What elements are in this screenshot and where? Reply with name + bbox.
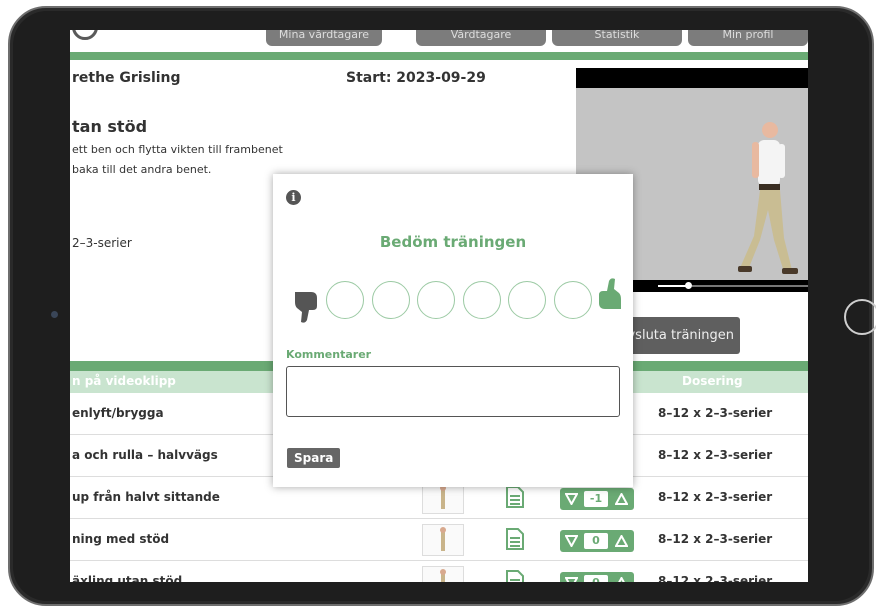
document-icon[interactable] xyxy=(506,570,524,582)
home-button[interactable] xyxy=(844,299,876,335)
column-header-dose: Dosering xyxy=(682,374,743,388)
patient-name: rethe Grisling xyxy=(72,70,181,86)
dose-value: 0 xyxy=(584,533,608,549)
table-row: ning med stöd 0 8–12 x 2–3-serier xyxy=(70,519,808,561)
document-icon[interactable] xyxy=(506,528,524,550)
header-divider xyxy=(70,52,808,60)
column-header-name: n på videoklipp xyxy=(72,374,176,388)
nav-button-min-profil[interactable]: Min profil xyxy=(688,30,808,46)
document-icon[interactable] xyxy=(506,486,524,508)
exercise-description-line: baka till det andra benet. xyxy=(72,163,212,176)
increment-icon[interactable] xyxy=(615,577,628,582)
dose-text: 8–12 x 2–3-serier xyxy=(658,532,773,546)
logo xyxy=(72,30,98,40)
exercise-dose: 2–3-serier xyxy=(72,236,132,250)
dose-text: 8–12 x 2–3-serier xyxy=(658,406,773,420)
dose-text: 8–12 x 2–3-serier xyxy=(658,574,773,582)
walking-person-image xyxy=(738,122,798,274)
exercise-description: ett ben och flytta vikten till frambenet… xyxy=(72,140,283,180)
video-top-bar xyxy=(576,68,808,88)
rating-option[interactable] xyxy=(326,281,364,319)
table-row: äxling utan stöd 0 8–12 x 2–3-serier xyxy=(70,561,808,582)
dose-stepper: 0 xyxy=(560,572,634,582)
rating-option[interactable] xyxy=(553,281,592,319)
exercise-name[interactable]: enlyft/brygga xyxy=(72,406,164,420)
dose-text: 8–12 x 2–3-serier xyxy=(658,448,773,462)
rating-option[interactable] xyxy=(417,281,455,319)
decrement-icon[interactable] xyxy=(565,577,578,582)
increment-icon[interactable] xyxy=(615,535,628,547)
finish-training-button[interactable]: vsluta träningen xyxy=(620,317,740,354)
save-button[interactable]: Spara xyxy=(287,448,341,468)
exercise-name[interactable]: äxling utan stöd xyxy=(72,574,182,582)
video-thumbnail[interactable] xyxy=(422,524,464,556)
top-nav: Mina vårdtagare Vårdtagare Statistik Min… xyxy=(70,30,808,46)
modal-title: Bedöm träningen xyxy=(379,233,527,251)
thumbs-up-icon[interactable] xyxy=(593,277,623,311)
rating-modal: i Bedöm träningen Kommentarer Spara xyxy=(273,174,633,487)
exercise-name[interactable]: ning med stöd xyxy=(72,532,169,546)
nav-button-vardtagare[interactable]: Vårdtagare xyxy=(416,30,546,46)
video-progress-track[interactable] xyxy=(692,285,808,287)
info-icon[interactable]: i xyxy=(286,190,301,205)
dose-value: 0 xyxy=(584,575,608,582)
rating-option[interactable] xyxy=(508,281,546,319)
video-thumbnail[interactable] xyxy=(422,566,464,582)
rating-option[interactable] xyxy=(371,281,410,319)
comment-label: Kommentarer xyxy=(286,348,372,361)
exercise-name[interactable]: up från halvt sittande xyxy=(72,490,220,504)
nav-button-mina-vardtagare[interactable]: Mina vårdtagare xyxy=(266,30,382,46)
rating-option[interactable] xyxy=(462,281,501,319)
dose-stepper: 0 xyxy=(560,530,634,552)
video-scrubber[interactable] xyxy=(685,282,692,289)
thumbs-down-icon[interactable] xyxy=(293,290,323,324)
decrement-icon[interactable] xyxy=(565,535,578,547)
exercise-title: tan stöd xyxy=(72,117,148,136)
dose-stepper: -1 xyxy=(560,488,634,510)
decrement-icon[interactable] xyxy=(565,493,578,505)
exercise-name[interactable]: a och rulla – halvvägs xyxy=(72,448,218,462)
dose-value: -1 xyxy=(584,491,608,507)
video-progress-played xyxy=(658,285,688,287)
dose-text: 8–12 x 2–3-serier xyxy=(658,490,773,504)
increment-icon[interactable] xyxy=(615,493,628,505)
camera-dot xyxy=(51,311,58,318)
start-date: Start: 2023-09-29 xyxy=(346,70,486,86)
nav-button-statistik[interactable]: Statistik xyxy=(552,30,682,46)
exercise-description-line: ett ben och flytta vikten till frambenet xyxy=(72,143,283,156)
comment-textarea[interactable] xyxy=(286,366,620,417)
